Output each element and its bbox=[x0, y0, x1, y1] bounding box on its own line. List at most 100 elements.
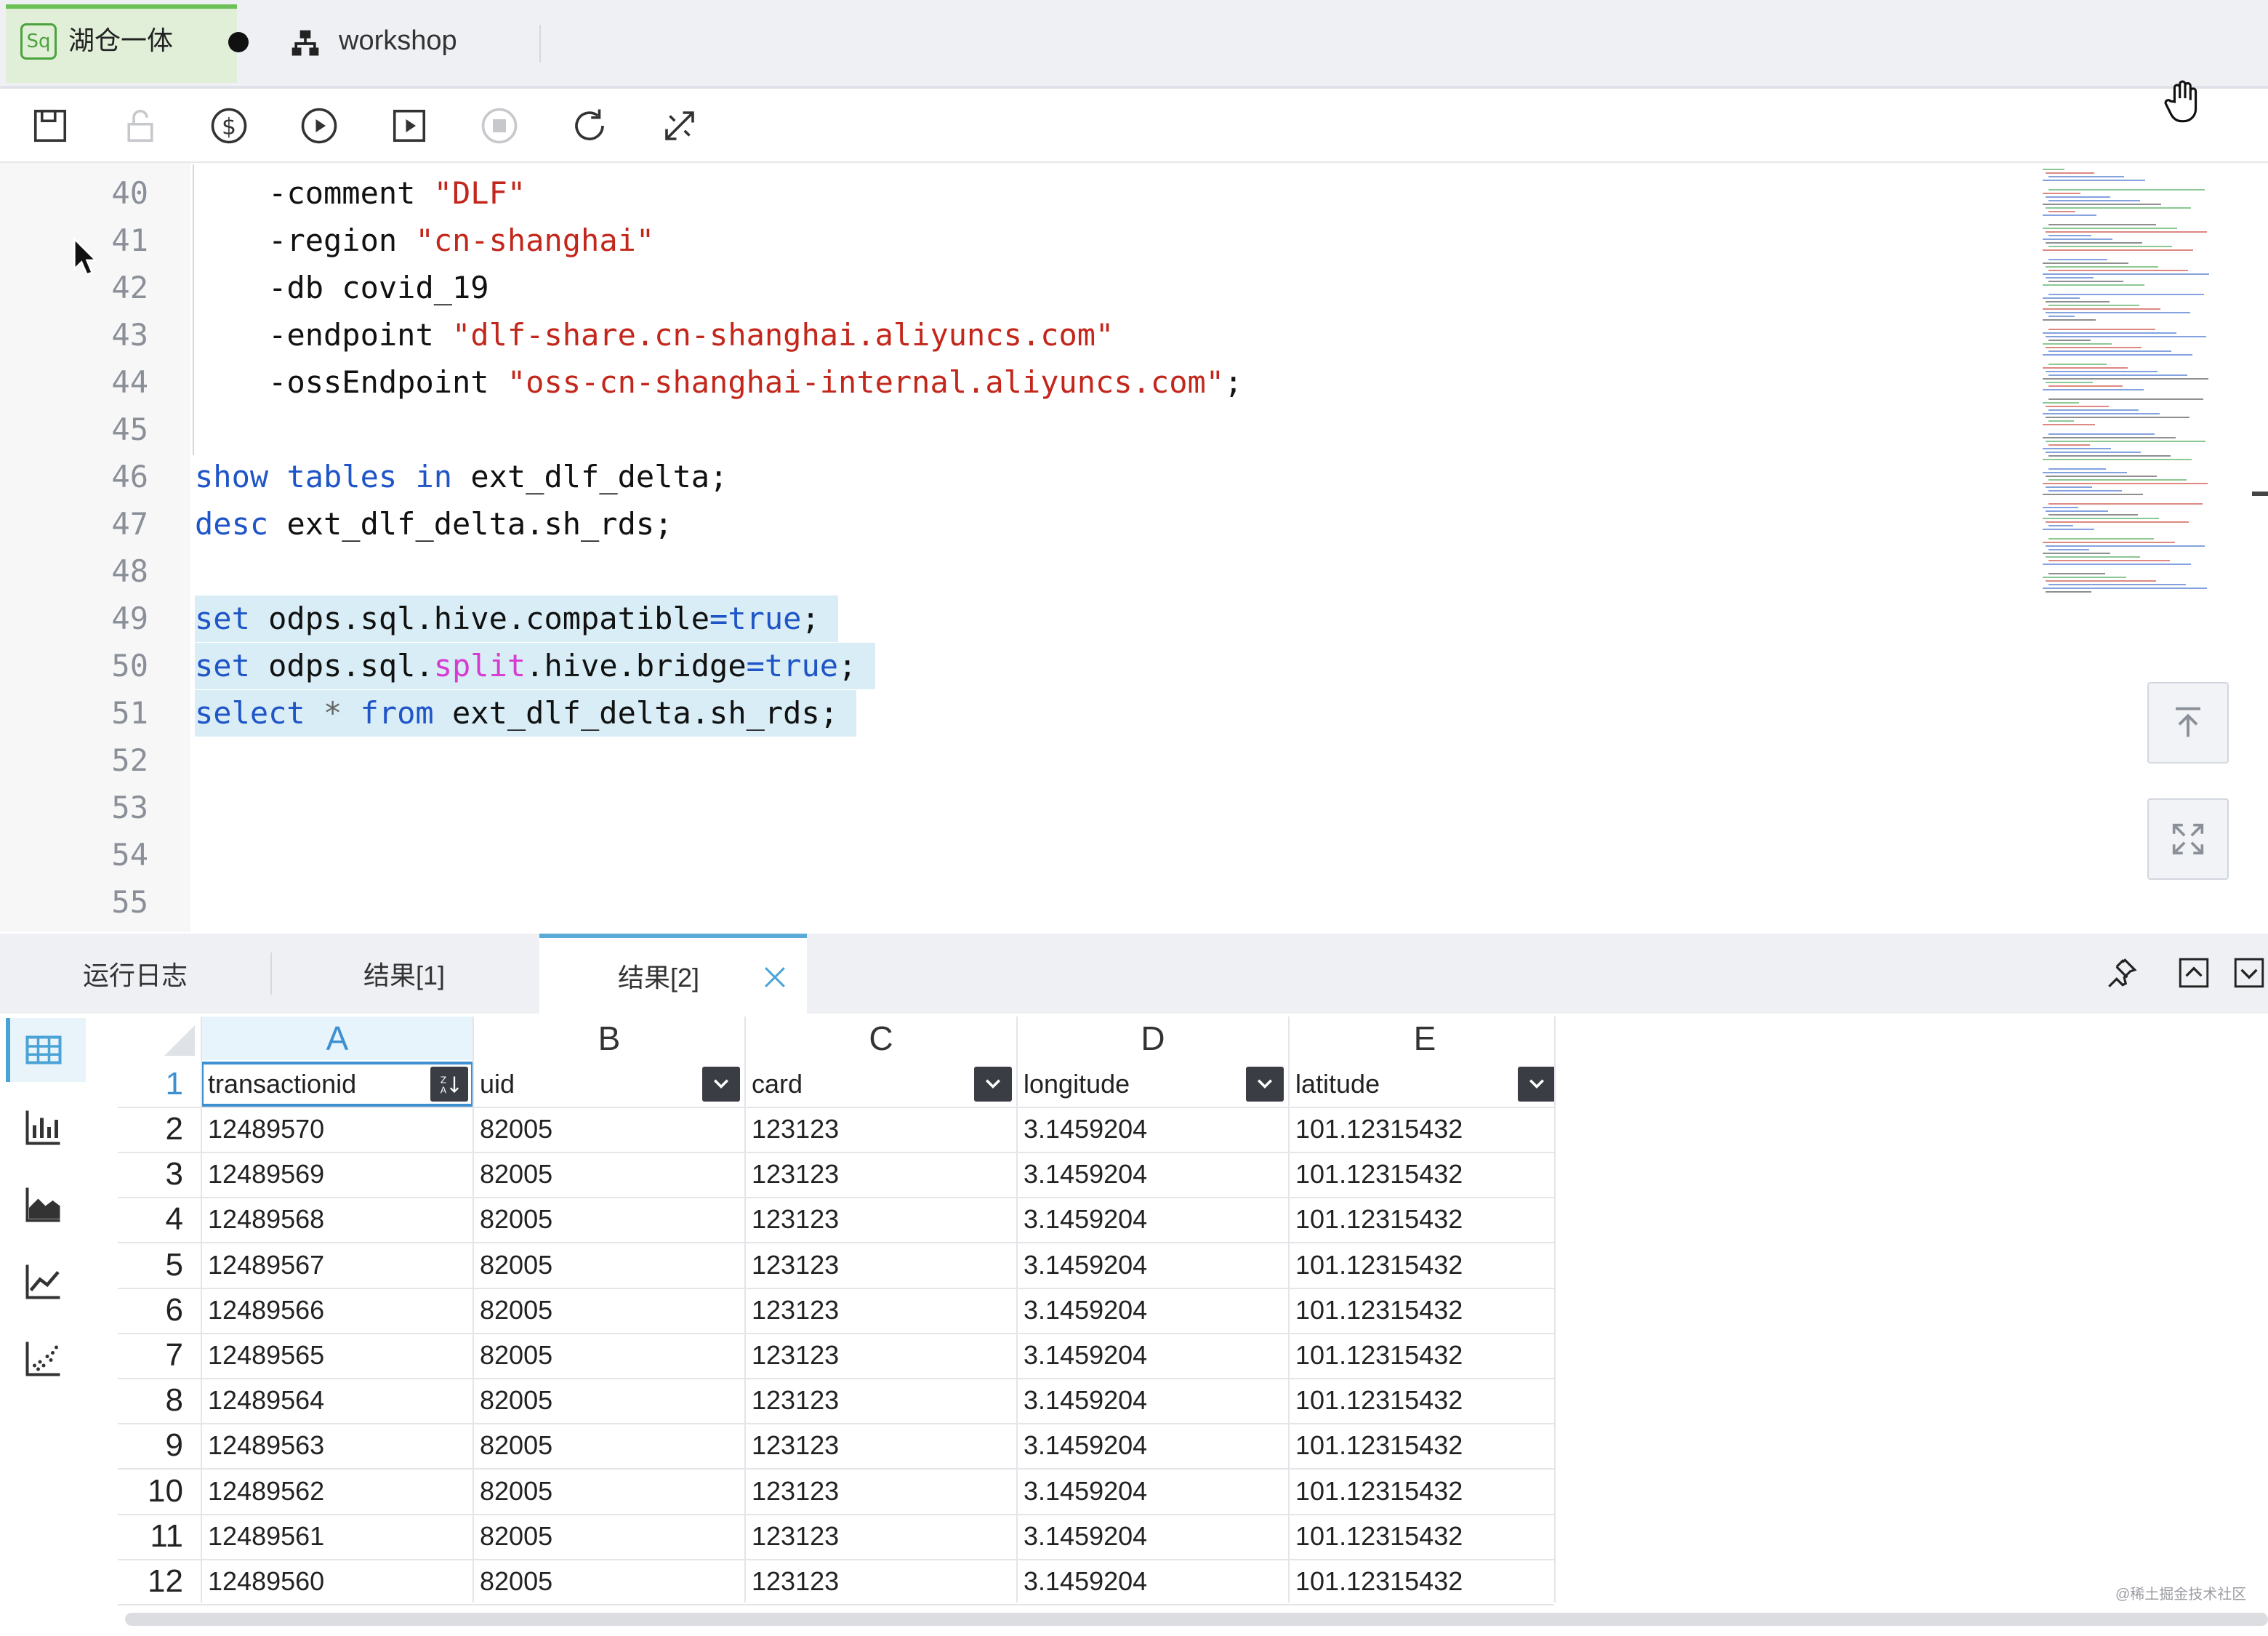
table-cell[interactable]: 82005 bbox=[480, 1152, 552, 1197]
table-cell[interactable]: 82005 bbox=[480, 1378, 552, 1423]
line-chart-icon[interactable] bbox=[22, 1259, 65, 1303]
table-cell[interactable]: 101.12315432 bbox=[1295, 1333, 1463, 1378]
tab-result-1[interactable]: 结果[1] bbox=[270, 934, 538, 1014]
collapse-up-icon[interactable] bbox=[2174, 953, 2214, 993]
table-cell[interactable]: 12489562 bbox=[208, 1469, 324, 1514]
table-cell[interactable]: 101.12315432 bbox=[1295, 1107, 1463, 1152]
table-cell[interactable]: 3.1459204 bbox=[1024, 1378, 1147, 1423]
bar-chart-icon[interactable] bbox=[22, 1105, 65, 1149]
table-cell[interactable]: 12489569 bbox=[208, 1152, 324, 1197]
fullscreen-button[interactable] bbox=[2147, 798, 2229, 880]
table-cell[interactable]: 123123 bbox=[752, 1107, 839, 1152]
horizontal-scrollbar[interactable] bbox=[125, 1613, 2268, 1626]
table-cell[interactable]: 3.1459204 bbox=[1024, 1243, 1147, 1288]
row-number[interactable]: 12 bbox=[118, 1559, 199, 1604]
table-cell[interactable]: 3.1459204 bbox=[1024, 1469, 1147, 1514]
column-header-a[interactable]: A bbox=[202, 1017, 472, 1060]
table-cell[interactable]: 123123 bbox=[752, 1469, 839, 1514]
table-cell[interactable]: 82005 bbox=[480, 1243, 552, 1288]
filter-dropdown-button[interactable] bbox=[702, 1067, 740, 1102]
code-line-50[interactable]: set odps.sql.split.hive.bridge=true; bbox=[195, 643, 875, 689]
refresh-icon[interactable] bbox=[567, 103, 612, 148]
table-cell[interactable]: 123123 bbox=[752, 1559, 839, 1604]
table-cell[interactable]: 101.12315432 bbox=[1295, 1243, 1463, 1288]
code-minimap[interactable] bbox=[2035, 163, 2239, 614]
row-number[interactable]: 9 bbox=[118, 1423, 199, 1468]
row-number[interactable]: 11 bbox=[118, 1514, 199, 1559]
scroll-to-top-button[interactable] bbox=[2147, 682, 2229, 763]
minimap-viewport-marker[interactable] bbox=[2252, 492, 2268, 496]
row-number[interactable]: 3 bbox=[118, 1152, 199, 1197]
table-cell[interactable]: 12489561 bbox=[208, 1514, 324, 1559]
run-selected-icon[interactable] bbox=[387, 103, 432, 148]
code-line-47[interactable]: desc ext_dlf_delta.sh_rds; bbox=[195, 501, 672, 548]
row-number[interactable]: 5 bbox=[118, 1243, 199, 1288]
tab-run-log[interactable]: 运行日志 bbox=[0, 934, 270, 1014]
code-line-41[interactable]: -region "cn-shanghai" bbox=[195, 217, 654, 264]
code-line-51[interactable]: select * from ext_dlf_delta.sh_rds; bbox=[195, 690, 857, 737]
filter-dropdown-button[interactable] bbox=[974, 1067, 1012, 1102]
table-cell[interactable]: 123123 bbox=[752, 1152, 839, 1197]
code-line-43[interactable]: -endpoint "dlf-share.cn-shanghai.aliyunc… bbox=[195, 312, 1114, 358]
row-number[interactable]: 2 bbox=[118, 1107, 199, 1152]
table-cell[interactable]: 12489570 bbox=[208, 1107, 324, 1152]
table-cell[interactable]: 3.1459204 bbox=[1024, 1152, 1147, 1197]
stop-icon[interactable] bbox=[477, 103, 522, 148]
table-cell[interactable]: 82005 bbox=[480, 1333, 552, 1378]
code-line-42[interactable]: -db covid_19 bbox=[195, 265, 488, 311]
table-cell[interactable]: 12489568 bbox=[208, 1197, 324, 1242]
unsaved-dot-icon[interactable] bbox=[228, 32, 249, 52]
table-cell[interactable]: 123123 bbox=[752, 1423, 839, 1468]
area-chart-icon[interactable] bbox=[22, 1182, 65, 1226]
table-cell[interactable]: 3.1459204 bbox=[1024, 1333, 1147, 1378]
field-name-cell[interactable]: uid bbox=[480, 1062, 515, 1107]
table-cell[interactable]: 101.12315432 bbox=[1295, 1423, 1463, 1468]
row-number[interactable]: 10 bbox=[118, 1469, 199, 1514]
table-cell[interactable]: 82005 bbox=[480, 1469, 552, 1514]
collapse-down-icon[interactable] bbox=[2229, 953, 2268, 993]
table-cell[interactable]: 123123 bbox=[752, 1514, 839, 1559]
row-number[interactable]: 4 bbox=[118, 1197, 199, 1242]
table-cell[interactable]: 12489564 bbox=[208, 1378, 324, 1423]
table-cell[interactable]: 3.1459204 bbox=[1024, 1197, 1147, 1242]
table-cell[interactable]: 3.1459204 bbox=[1024, 1423, 1147, 1468]
table-cell[interactable]: 12489567 bbox=[208, 1243, 324, 1288]
tab-workshop-label[interactable]: workshop bbox=[339, 20, 457, 61]
format-icon[interactable] bbox=[657, 103, 702, 148]
scatter-chart-icon[interactable] bbox=[22, 1336, 65, 1380]
select-all-corner[interactable] bbox=[118, 1017, 199, 1060]
table-cell[interactable]: 101.12315432 bbox=[1295, 1288, 1463, 1333]
sort-az-button[interactable]: ZA bbox=[430, 1067, 468, 1102]
table-cell[interactable]: 82005 bbox=[480, 1514, 552, 1559]
run-icon[interactable] bbox=[297, 103, 342, 148]
field-name-cell[interactable]: longitude bbox=[1024, 1062, 1130, 1107]
table-cell[interactable]: 3.1459204 bbox=[1024, 1514, 1147, 1559]
column-header-e[interactable]: E bbox=[1290, 1017, 1560, 1060]
table-cell[interactable]: 101.12315432 bbox=[1295, 1559, 1463, 1604]
field-name-cell[interactable]: latitude bbox=[1295, 1062, 1380, 1107]
table-cell[interactable]: 3.1459204 bbox=[1024, 1107, 1147, 1152]
code-line-44[interactable]: -ossEndpoint "oss-cn-shanghai-internal.a… bbox=[195, 359, 1242, 406]
column-header-b[interactable]: B bbox=[474, 1017, 744, 1060]
table-cell[interactable]: 3.1459204 bbox=[1024, 1559, 1147, 1604]
row-number[interactable]: 8 bbox=[118, 1378, 199, 1423]
field-name-cell[interactable]: card bbox=[752, 1062, 803, 1107]
close-icon[interactable] bbox=[759, 961, 791, 993]
table-cell[interactable]: 123123 bbox=[752, 1197, 839, 1242]
table-cell[interactable]: 12489560 bbox=[208, 1559, 324, 1604]
table-cell[interactable]: 101.12315432 bbox=[1295, 1152, 1463, 1197]
row-number[interactable]: 1 bbox=[118, 1062, 199, 1107]
row-number[interactable]: 7 bbox=[118, 1333, 199, 1378]
code-line-49[interactable]: set odps.sql.hive.compatible=true; bbox=[195, 596, 839, 642]
table-cell[interactable]: 123123 bbox=[752, 1378, 839, 1423]
table-cell[interactable]: 101.12315432 bbox=[1295, 1197, 1463, 1242]
table-cell[interactable]: 82005 bbox=[480, 1107, 552, 1152]
table-cell[interactable]: 12489563 bbox=[208, 1423, 324, 1468]
row-number[interactable]: 6 bbox=[118, 1288, 199, 1333]
table-cell[interactable]: 3.1459204 bbox=[1024, 1288, 1147, 1333]
table-cell[interactable]: 123123 bbox=[752, 1243, 839, 1288]
filter-dropdown-button[interactable] bbox=[1246, 1067, 1284, 1102]
table-cell[interactable]: 82005 bbox=[480, 1197, 552, 1242]
code-line-46[interactable]: show tables in ext_dlf_delta; bbox=[195, 454, 728, 500]
table-cell[interactable]: 82005 bbox=[480, 1423, 552, 1468]
